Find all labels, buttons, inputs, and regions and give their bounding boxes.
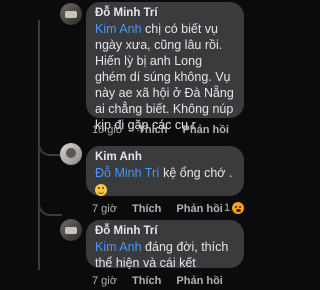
- avatar-kim-anh[interactable]: [60, 143, 82, 165]
- like-button[interactable]: Thích: [132, 203, 161, 215]
- reaction-count[interactable]: 1: [224, 202, 245, 214]
- comment-author[interactable]: Đỗ Minh Trí: [95, 6, 235, 21]
- mention-link[interactable]: Kim Anh: [95, 22, 142, 36]
- reply-connector: [38, 200, 62, 216]
- comment-actions: 10 giờ Thích Phản hồi: [92, 124, 241, 136]
- comment-text: Đỗ Minh Trí kệ ổng chớ .: [95, 165, 235, 197]
- like-button[interactable]: Thích: [138, 124, 167, 136]
- reply-connector: [38, 140, 62, 156]
- haha-reaction-icon: [232, 202, 245, 214]
- reply-button[interactable]: Phản hồi: [176, 275, 222, 287]
- reply-button[interactable]: Phản hồi: [183, 124, 229, 136]
- grinning-emoji-icon: [95, 183, 107, 196]
- comment-author[interactable]: Đỗ Minh Trí: [95, 224, 235, 239]
- comment-time[interactable]: 7 giờ: [92, 203, 117, 215]
- mention-link[interactable]: Kim Anh: [95, 240, 142, 254]
- comment-bubble: Đỗ Minh Trí Kim Anh chị có biết vụ ngày …: [86, 2, 244, 132]
- avatar-do-minh-tri[interactable]: [60, 3, 82, 25]
- comment-time[interactable]: 10 giờ: [92, 124, 123, 136]
- comment-author[interactable]: Kim Anh: [95, 150, 235, 165]
- comment-text: Kim Anh chị có biết vụ ngày xưa, cũng lâ…: [95, 22, 234, 132]
- comment-actions: 7 giờ Thích Phản hồi: [92, 203, 235, 215]
- comment-actions: 7 giờ Thích Phản hồi: [92, 275, 235, 287]
- comment-time[interactable]: 7 giờ: [92, 275, 117, 287]
- comment-bubble: Kim Anh Đỗ Minh Trí kệ ổng chớ .: [86, 146, 244, 196]
- avatar-do-minh-tri[interactable]: [60, 219, 82, 241]
- comment-bubble: Đỗ Minh Trí Kim Anh đáng đời, thích thể …: [86, 220, 244, 270]
- like-button[interactable]: Thích: [132, 275, 161, 287]
- mention-link[interactable]: Đỗ Minh Trí: [95, 166, 160, 180]
- comment-text: Kim Anh đáng đời, thích thể hiện và cái …: [95, 240, 229, 270]
- reply-button[interactable]: Phản hồi: [176, 203, 222, 215]
